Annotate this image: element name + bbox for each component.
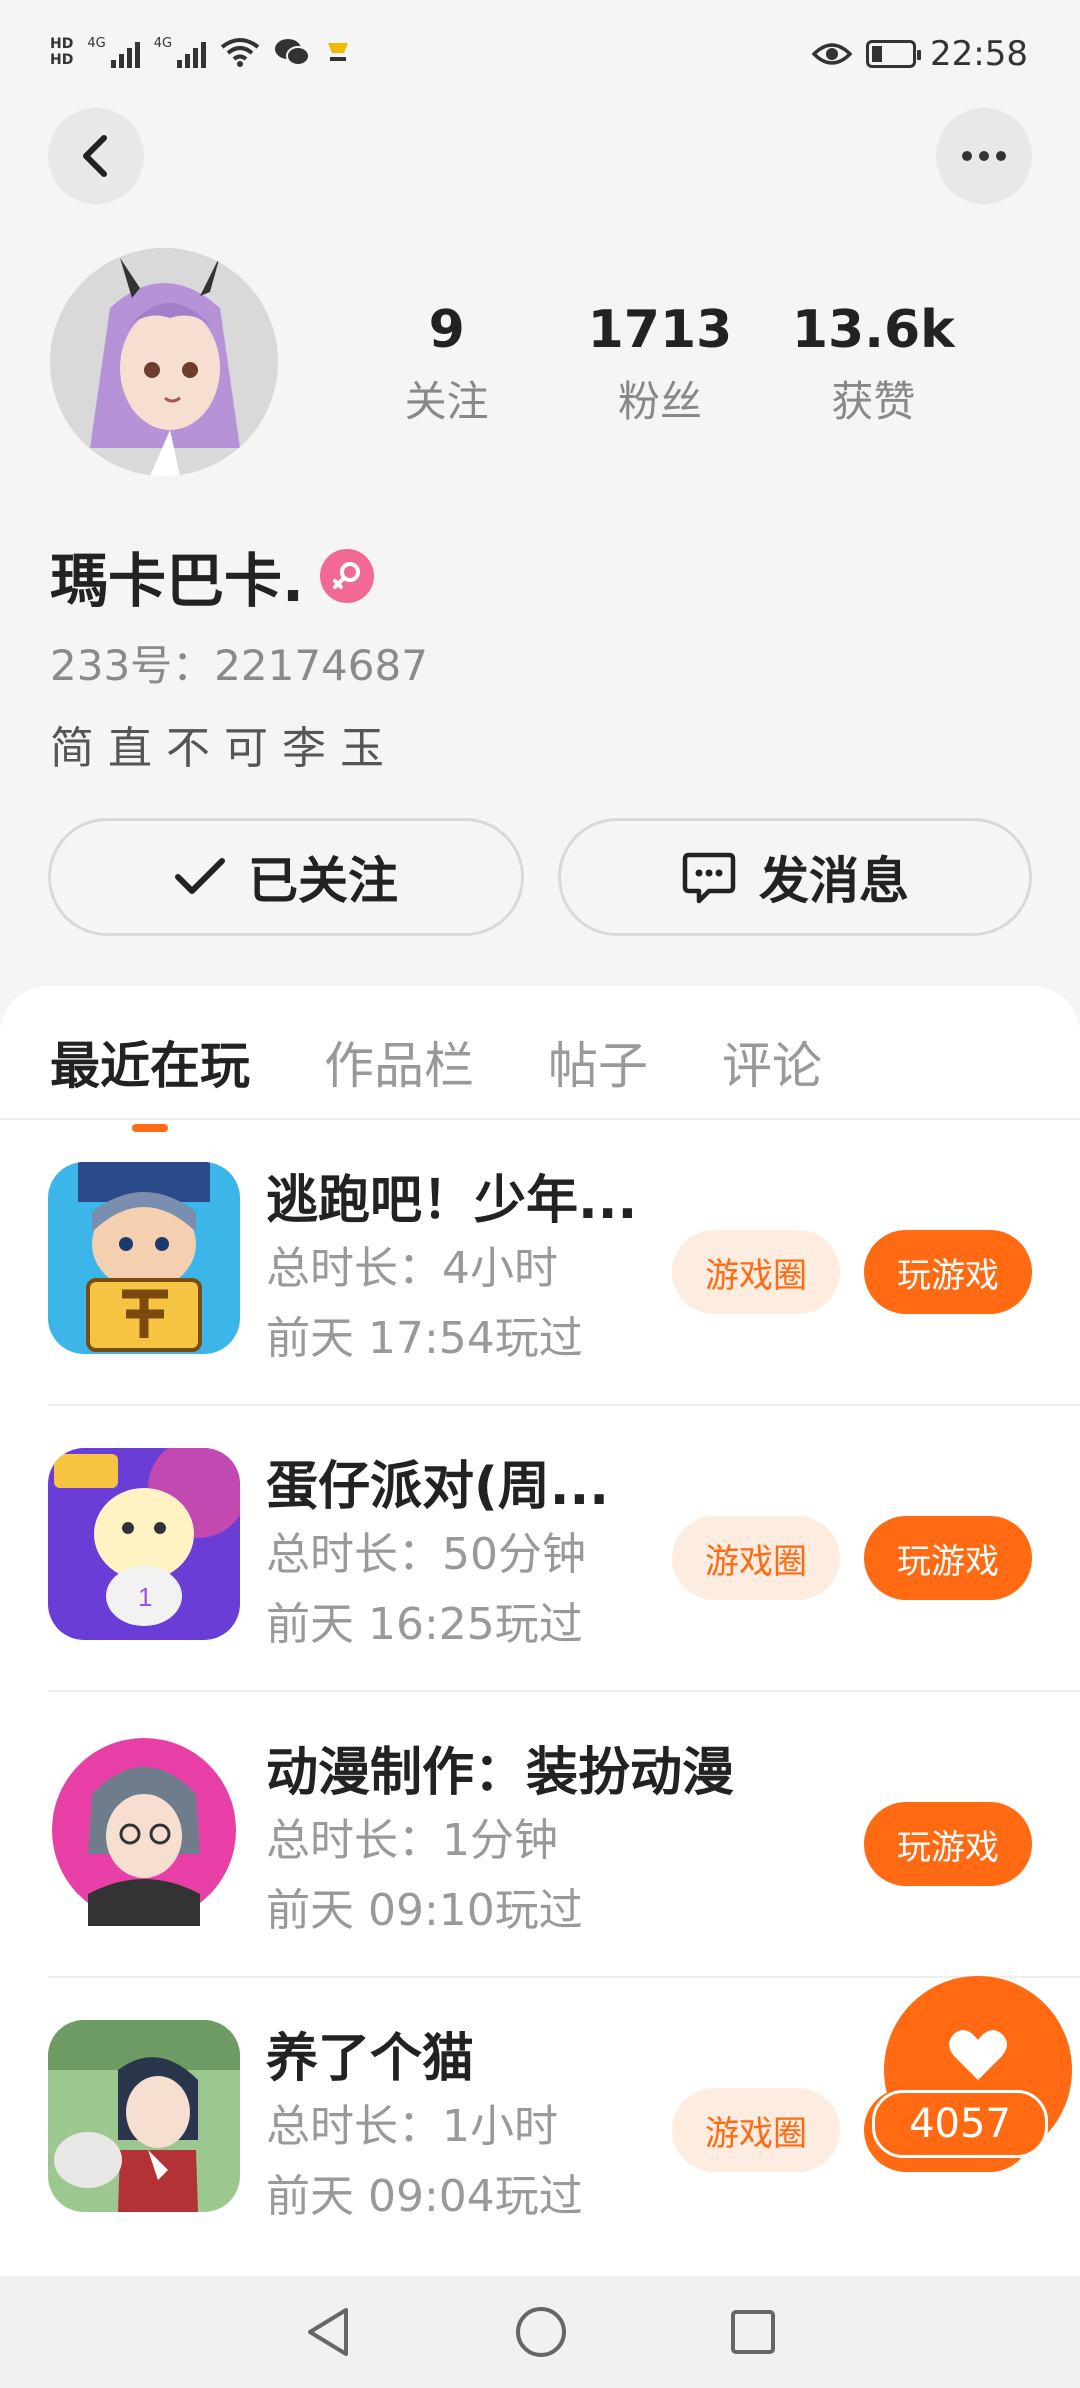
message-label: 发消息 xyxy=(759,852,909,910)
hd-icon: HD HD xyxy=(50,36,73,68)
game-icon[interactable] xyxy=(48,2020,240,2212)
status-bar: HD HD 4G 4G 22:58 xyxy=(0,0,1080,120)
signal-icon: 4G xyxy=(153,36,207,68)
game-circle-button[interactable]: 游戏圈 xyxy=(672,2088,840,2172)
network-type-1: 4G xyxy=(87,36,106,51)
notification-icon xyxy=(328,43,349,61)
female-icon xyxy=(320,549,375,603)
system-nav-bar xyxy=(0,2276,1080,2388)
status-time: 22:58 xyxy=(930,34,1028,74)
stat-value: 9 xyxy=(428,300,465,360)
chat-bubble-icon xyxy=(682,852,736,904)
more-button[interactable] xyxy=(936,108,1032,204)
stat-likes[interactable]: 13.6k 获赞 xyxy=(767,300,980,429)
game-title: 养了个猫 xyxy=(266,2029,475,2089)
tab-works[interactable]: 作品栏 xyxy=(324,1026,474,1098)
game-title: 动漫制作：装扮动漫 xyxy=(266,1743,735,1803)
more-icon xyxy=(962,151,1006,161)
network-type-2: 4G xyxy=(153,36,173,51)
eye-icon xyxy=(812,43,853,65)
wechat-icon xyxy=(275,39,311,66)
status-right: 22:58 xyxy=(812,34,1028,74)
tab-comments[interactable]: 评论 xyxy=(722,1026,822,1098)
list-item[interactable]: 动漫制作：装扮动漫 总时长：1分钟 前天 09:10玩过 玩游戏 xyxy=(0,1692,1080,1978)
tab-bar: 最近在玩 作品栏 帖子 评论 xyxy=(50,1026,822,1132)
game-last-played: 前天 16:25玩过 xyxy=(266,1599,583,1650)
user-name: 瑪卡巴卡. xyxy=(50,547,305,615)
stat-label: 关注 xyxy=(404,377,489,426)
chevron-left-icon xyxy=(83,135,107,177)
play-game-button[interactable]: 玩游戏 xyxy=(864,1230,1032,1314)
message-button[interactable]: 发消息 xyxy=(558,818,1032,936)
check-icon xyxy=(175,858,225,894)
play-game-button[interactable]: 玩游戏 xyxy=(864,1516,1032,1600)
game-last-played: 前天 17:54玩过 xyxy=(266,1313,583,1364)
hd-label-1: HD xyxy=(50,36,74,52)
back-nav-icon[interactable] xyxy=(302,2304,354,2360)
play-game-button[interactable]: 玩游戏 xyxy=(864,1802,1032,1886)
stat-followers[interactable]: 1713 粉丝 xyxy=(553,300,766,429)
game-circle-button[interactable]: 游戏圈 xyxy=(672,1516,840,1600)
game-title: 蛋仔派对(周... xyxy=(266,1457,610,1517)
user-bio: 简直不可李玉 xyxy=(50,723,398,774)
svg-text:1: 1 xyxy=(138,1582,152,1612)
wifi-icon xyxy=(220,38,260,67)
profile-stats: 9 关注 1713 粉丝 13.6k 获赞 xyxy=(340,300,980,429)
game-last-played: 前天 09:04玩过 xyxy=(266,2171,583,2222)
stat-label: 粉丝 xyxy=(617,377,702,426)
recents-nav-icon[interactable] xyxy=(728,2307,778,2357)
tab-posts[interactable]: 帖子 xyxy=(548,1026,648,1098)
heart-icon xyxy=(949,2030,1007,2080)
hd-label-2: HD xyxy=(50,52,74,68)
list-item[interactable]: 1 蛋仔派对(周... 总时长：50分钟 前天 16:25玩过 游戏圈 玩游戏 xyxy=(0,1406,1080,1692)
following-button[interactable]: 已关注 xyxy=(48,818,524,936)
avatar[interactable] xyxy=(50,248,278,476)
following-label: 已关注 xyxy=(248,852,398,910)
back-button[interactable] xyxy=(48,108,144,204)
user-id: 233号：22174687 xyxy=(50,641,428,690)
game-duration: 总时长：1小时 xyxy=(266,2101,558,2152)
avatar-image xyxy=(50,248,278,476)
stat-following[interactable]: 9 关注 xyxy=(340,300,553,429)
stat-value: 13.6k xyxy=(791,300,955,360)
game-icon[interactable] xyxy=(48,1162,240,1354)
game-duration: 总时长：4小时 xyxy=(266,1243,558,1294)
battery-icon xyxy=(866,40,922,68)
name-row: 瑪卡巴卡. xyxy=(50,534,375,618)
game-icon[interactable]: 1 xyxy=(48,1448,240,1640)
game-circle-button[interactable]: 游戏圈 xyxy=(672,1230,840,1314)
game-icon[interactable] xyxy=(48,1734,240,1926)
stat-value: 1713 xyxy=(587,300,733,360)
signal-icon: 4G xyxy=(87,36,140,68)
tab-recently-played[interactable]: 最近在玩 xyxy=(50,1026,250,1132)
stat-label: 获赞 xyxy=(831,377,916,426)
game-last-played: 前天 09:10玩过 xyxy=(266,1885,583,1936)
like-count: 4057 xyxy=(872,2090,1048,2158)
list-item[interactable]: 逃跑吧！少年... 总时长：4小时 前天 17:54玩过 游戏圈 玩游戏 xyxy=(0,1120,1080,1406)
game-title: 逃跑吧！少年... xyxy=(266,1171,638,1231)
home-nav-icon[interactable] xyxy=(514,2305,568,2359)
status-left: HD HD 4G 4G xyxy=(50,36,352,68)
game-duration: 总时长：50分钟 xyxy=(266,1529,586,1580)
game-duration: 总时长：1分钟 xyxy=(266,1815,558,1866)
